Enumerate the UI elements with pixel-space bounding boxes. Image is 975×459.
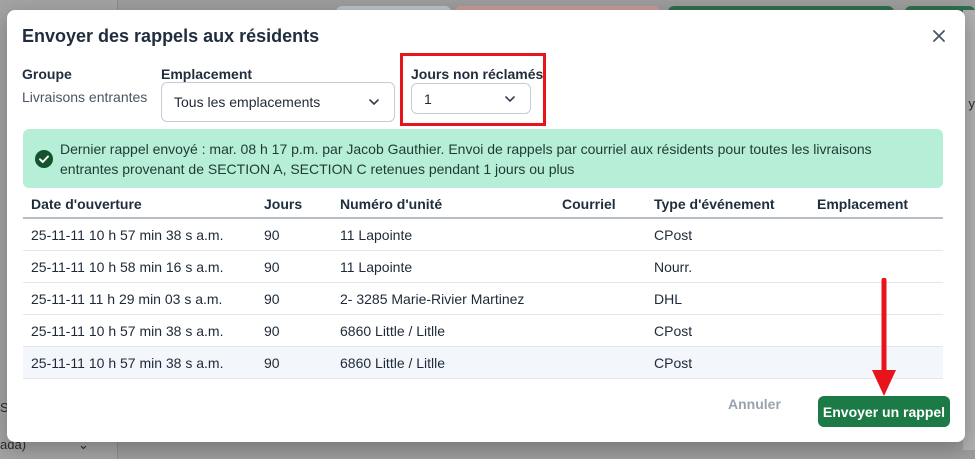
column-header[interactable]: Courriel [562,196,616,212]
table-header: Date d'ouverture Jours Numéro d'unité Co… [23,188,943,219]
cell-days: 90 [264,323,280,339]
cell-unit: 11 Lapointe [340,227,413,243]
cell-event-type: CPost [654,323,693,339]
cell-days: 90 [264,227,280,243]
column-header[interactable]: Numéro d'unité [340,196,442,212]
cell-unit: 6860 Little / Litlle [340,355,446,371]
close-icon [933,30,945,42]
cell-days: 90 [264,259,280,275]
annotation-arrow-icon [872,278,896,396]
last-reminder-banner: Dernier rappel envoyé : mar. 08 h 17 p.m… [23,129,943,188]
cell-date: 25-11-11 11 h 29 min 03 s a.m. [31,291,223,307]
chevron-down-icon [369,99,379,105]
column-header[interactable]: Type d'événement [654,196,775,212]
check-circle-icon [35,150,53,168]
cell-event-type: DHL [654,291,683,307]
cancel-button[interactable]: Annuler [728,396,781,412]
column-header[interactable]: Date d'ouverture [31,196,142,212]
location-select-value: Tous les emplacements [174,94,321,110]
location-label: Emplacement [161,66,253,82]
reminder-modal: Envoyer des rappels aux résidents Groupe… [7,10,965,442]
cell-date: 25-11-11 10 h 57 min 38 s a.m. [31,323,224,339]
send-reminder-label: Envoyer un rappel [822,403,946,420]
group-value: Livraisons entrantes [22,89,148,105]
cell-date: 25-11-11 10 h 58 min 16 s a.m. [31,259,224,275]
highlight-box [400,53,546,126]
banner-text: Dernier rappel envoyé : mar. 08 h 17 p.m… [60,141,872,177]
location-select[interactable]: Tous les emplacements [161,82,395,122]
column-header[interactable]: Emplacement [817,196,908,212]
cell-unit: 6860 Little / Litlle [340,323,446,339]
table-row[interactable]: 25-11-11 10 h 57 min 38 s a.m. 90 11 Lap… [23,219,943,251]
send-reminder-button[interactable]: Envoyer un rappel [818,396,950,427]
close-button[interactable] [929,26,949,46]
table-row[interactable]: 25-11-11 10 h 58 min 16 s a.m. 90 11 Lap… [23,251,943,283]
table-row[interactable]: 25-11-11 10 h 57 min 38 s a.m. 90 6860 L… [23,315,943,347]
column-header[interactable]: Jours [264,196,302,212]
bg-right-text: y [968,96,975,111]
cell-event-type: Nourr. [654,259,693,275]
cell-unit: 11 Lapointe [340,259,413,275]
group-label: Groupe [22,66,72,82]
table-row[interactable]: 25-11-11 10 h 57 min 38 s a.m. 90 6860 L… [23,347,943,379]
cell-event-type: CPost [654,355,693,371]
cell-days: 90 [264,355,280,371]
deliveries-table: Date d'ouverture Jours Numéro d'unité Co… [23,188,943,379]
cell-date: 25-11-11 10 h 57 min 38 s a.m. [31,227,224,243]
cell-days: 90 [264,291,280,307]
cell-unit: 2- 3285 Marie-Rivier Martinez [340,291,525,307]
cell-date: 25-11-11 10 h 57 min 38 s a.m. [31,355,224,371]
cell-event-type: CPost [654,227,693,243]
modal-title: Envoyer des rappels aux résidents [22,26,320,46]
table-row[interactable]: 25-11-11 11 h 29 min 03 s a.m. 90 2- 328… [23,283,943,315]
